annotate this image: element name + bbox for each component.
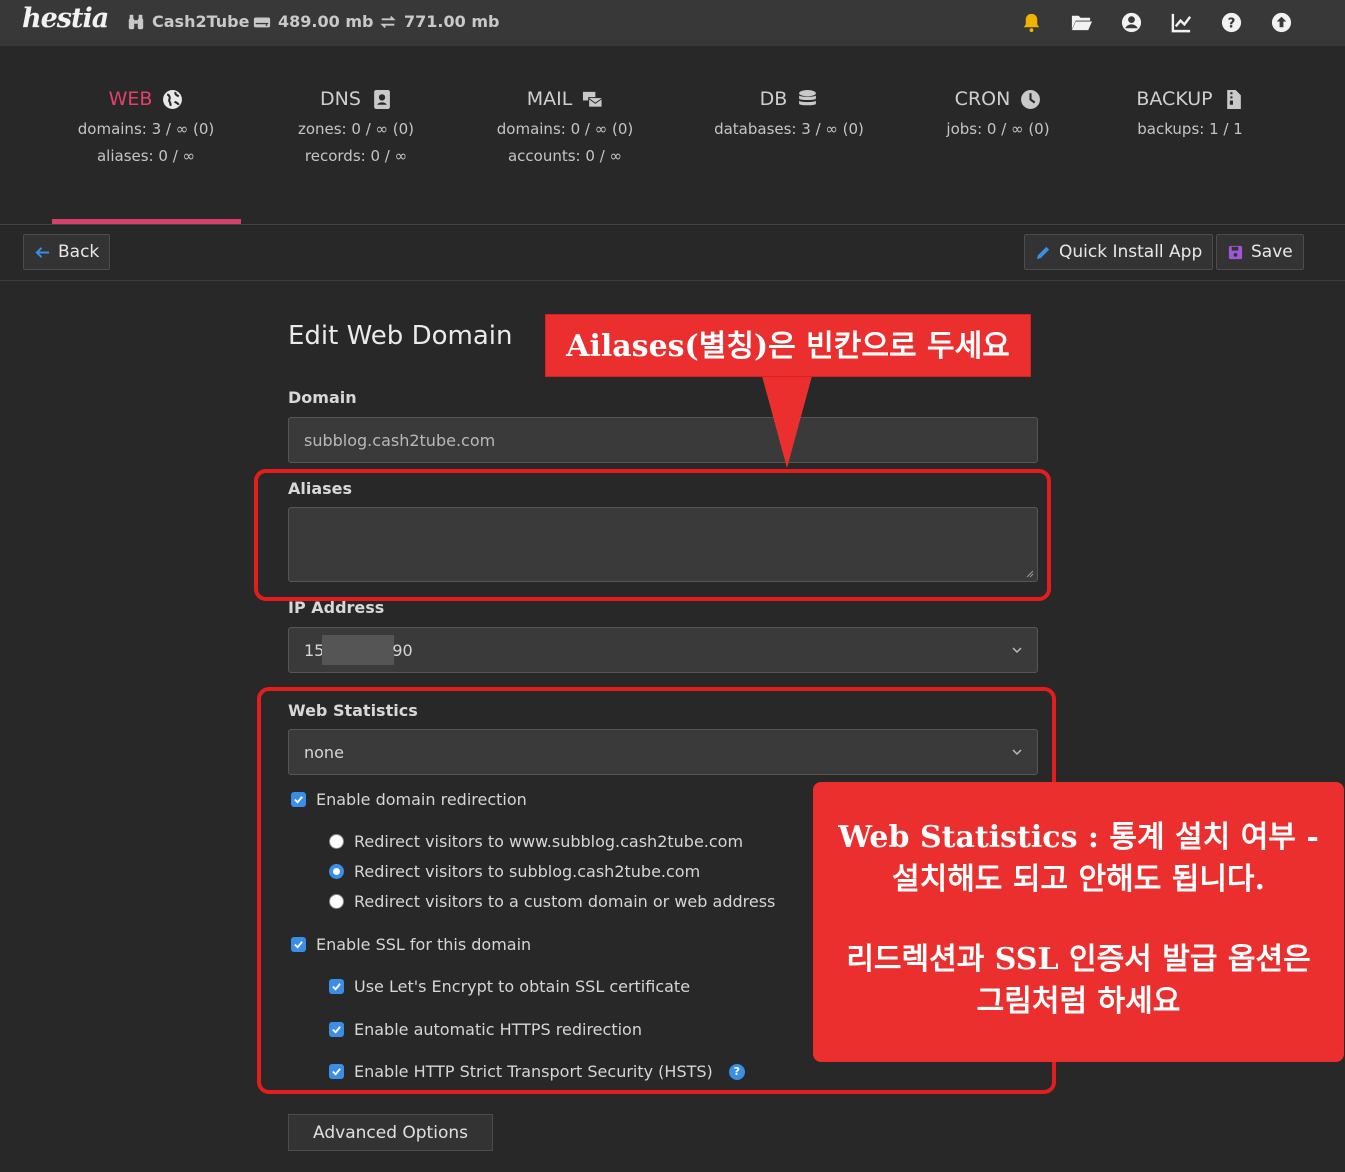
domain-label: Domain (288, 388, 357, 407)
user-name: Cash2Tube (152, 12, 250, 31)
advanced-options-button[interactable]: Advanced Options (288, 1114, 493, 1151)
chevron-down-icon (1012, 647, 1022, 654)
callout-spacer (813, 901, 1344, 939)
svg-text:?: ? (1227, 16, 1235, 31)
callout-line-3: 리드렉션과 SSL 인증서 발급 옵션은 (846, 942, 1311, 977)
callout-line-2: 설치해도 되고 안해도 됩니다. (892, 862, 1265, 897)
tab-cron-line-1: jobs: 0 / ∞ (0) (946, 120, 1050, 138)
tab-web-line-1: domains: 3 / ∞ (0) (77, 120, 215, 138)
callout-line-4: 그림처럼 하세요 (976, 984, 1181, 1019)
save-button[interactable]: Save (1216, 234, 1304, 270)
arrow-left-icon (35, 246, 50, 258)
clock-icon (1021, 89, 1041, 109)
user-stat[interactable]: Cash2Tube (127, 12, 249, 31)
bell-icon[interactable] (1019, 10, 1043, 34)
toolbar: Back Quick Install App Save (0, 226, 1345, 281)
tab-db-line-1: databases: 3 / ∞ (0) (714, 120, 864, 138)
disk-stat: 489.00 mb (253, 12, 373, 31)
binoculars-icon (128, 14, 144, 29)
bandwidth-stat: 771.00 mb (379, 12, 499, 31)
back-button[interactable]: Back (23, 234, 111, 270)
question-circle-icon[interactable]: ? (1219, 10, 1243, 34)
disk-usage: 489.00 mb (278, 12, 374, 31)
ip-value-start: 15 (304, 640, 325, 660)
active-tab-indicator (52, 219, 241, 224)
callout-pointer (762, 376, 812, 468)
address-book-icon (374, 89, 390, 109)
user-circle-icon[interactable] (1119, 10, 1143, 34)
hdd-icon (253, 17, 271, 27)
back-button-label: Back (58, 242, 100, 262)
folder-icon[interactable] (1069, 10, 1093, 34)
exchange-icon (380, 15, 396, 28)
file-archive-icon (1226, 89, 1241, 109)
aliases-callout: Ailases(별칭)은 빈칸으로 두세요 (545, 314, 1031, 377)
tab-dns-line-2: records: 0 / ∞ (304, 147, 408, 165)
quick-install-label: Quick Install App (1059, 242, 1203, 262)
tab-web[interactable]: WEB domains: 3 / ∞ (0) aliases: 0 / ∞ (46, 86, 246, 166)
tab-dns-line-1: zones: 0 / ∞ (0) (297, 120, 415, 138)
tab-dns[interactable]: DNS zones: 0 / ∞ (0) records: 0 / ∞ (256, 86, 456, 166)
ip-value-end: 90 (392, 640, 413, 660)
top-bar: hestia Cash2Tube 489.00 mb 771.00 mb ? (0, 0, 1345, 47)
aliases-highlight-box (254, 469, 1051, 601)
chart-line-icon[interactable] (1169, 10, 1193, 34)
tab-backup-title: BACKUP (1136, 88, 1213, 110)
globe-icon (163, 89, 183, 109)
tab-backup[interactable]: BACKUP backups: 1 / 1 (1090, 86, 1290, 139)
tab-mail[interactable]: MAIL domains: 0 / ∞ (0) accounts: 0 / ∞ (465, 86, 665, 166)
tab-cron-title: CRON (954, 88, 1011, 110)
ip-select[interactable]: 15 90 (288, 627, 1038, 673)
domain-field[interactable]: subblog.cash2tube.com (288, 417, 1038, 463)
tab-db-title: DB (759, 88, 788, 110)
database-icon (799, 89, 817, 105)
ip-redaction (322, 635, 395, 665)
tab-web-line-2: aliases: 0 / ∞ (96, 147, 196, 165)
arrow-circle-up-icon[interactable] (1269, 10, 1293, 34)
floppy-disk-icon (1228, 245, 1243, 259)
quick-install-button[interactable]: Quick Install App (1024, 234, 1214, 270)
tab-cron[interactable]: CRON jobs: 0 / ∞ (0) (898, 86, 1098, 139)
hestia-logo[interactable]: hestia (22, 3, 109, 34)
tab-mail-title: MAIL (526, 88, 573, 110)
options-callout: Web Statistics : 통계 설치 여부 - 설치해도 되고 안해도 … (813, 782, 1344, 1062)
bandwidth-usage: 771.00 mb (404, 12, 500, 31)
tab-mail-line-1: domains: 0 / ∞ (0) (496, 120, 634, 138)
mail-bulk-icon (583, 91, 603, 108)
tab-mail-line-2: accounts: 0 / ∞ (507, 147, 623, 165)
domain-value: subblog.cash2tube.com (304, 430, 496, 450)
tab-panel: WEB domains: 3 / ∞ (0) aliases: 0 / ∞ DN… (0, 48, 1345, 225)
save-button-label: Save (1251, 242, 1293, 262)
page-title: Edit Web Domain (288, 321, 513, 351)
tab-dns-title: DNS (320, 88, 361, 110)
tab-backup-line-1: backups: 1 / 1 (1137, 120, 1243, 138)
top-icon-group: ? (1019, 10, 1293, 34)
callout-line-1: Web Statistics : 통계 설치 여부 - (838, 820, 1319, 855)
tab-db[interactable]: DB databases: 3 / ∞ (0) (689, 86, 889, 139)
pencil-icon (1036, 246, 1050, 259)
tab-web-title: WEB (108, 88, 153, 110)
